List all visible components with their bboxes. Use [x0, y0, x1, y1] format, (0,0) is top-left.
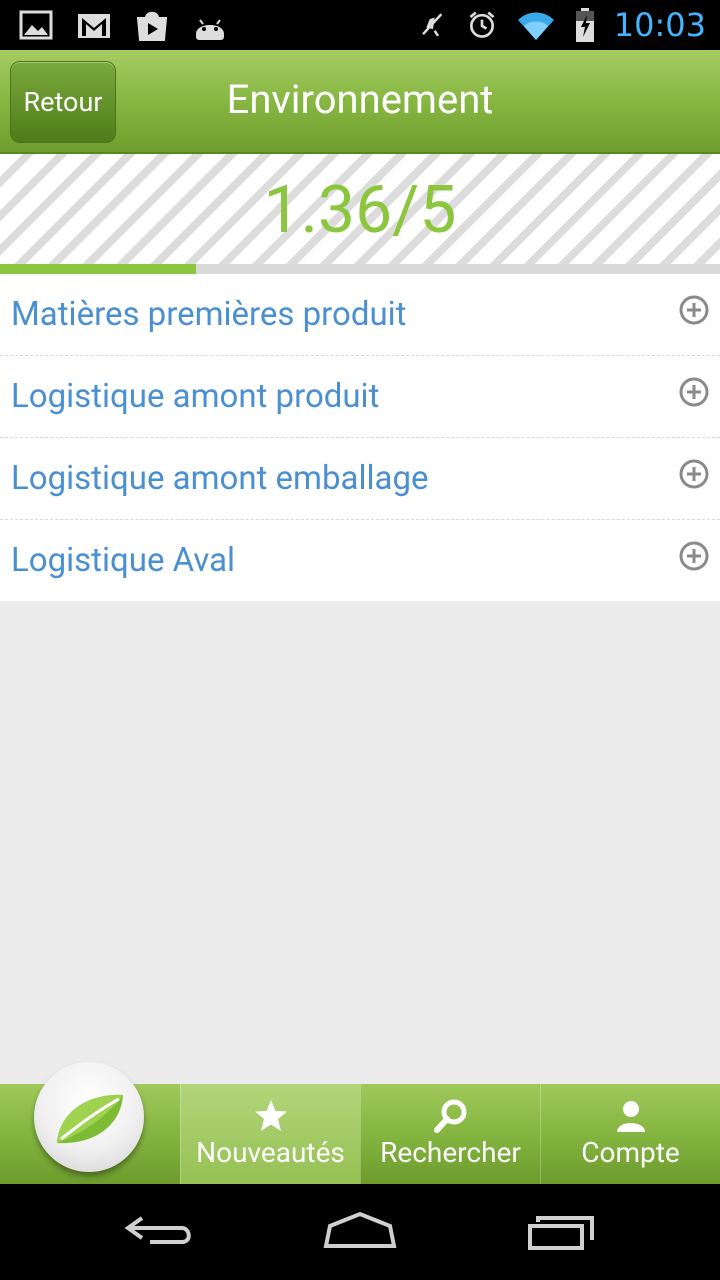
leaf-icon: [57, 1094, 123, 1144]
tab-nouveautes[interactable]: Nouveautés: [180, 1084, 360, 1184]
back-icon[interactable]: [124, 1210, 196, 1250]
score-banner: 1.36/5: [0, 154, 720, 264]
expand-plus-icon[interactable]: [678, 376, 710, 408]
list-item-label: Logistique amont produit: [11, 377, 380, 416]
gmail-icon: [78, 14, 110, 38]
system-navigation-bar: [0, 1184, 720, 1280]
wifi-icon: [517, 12, 554, 40]
list-item-logistique-amont-produit[interactable]: Logistique amont produit: [0, 356, 720, 438]
tab-rechercher[interactable]: Rechercher: [360, 1084, 540, 1184]
list-item-matieres-premieres[interactable]: Matières premières produit: [0, 274, 720, 356]
play-store-icon: [136, 11, 168, 41]
list-item-label: Logistique Aval: [11, 541, 236, 580]
star-icon: [254, 1100, 287, 1131]
score-progress-fill: [0, 264, 196, 274]
expand-plus-icon[interactable]: [678, 294, 710, 326]
list-item-label: Matières premières produit: [11, 295, 407, 334]
image-icon: [19, 10, 53, 40]
tab-label: Compte: [581, 1136, 680, 1169]
status-clock: 10:03: [613, 6, 706, 44]
expand-plus-icon[interactable]: [678, 458, 710, 490]
list-item-logistique-aval[interactable]: Logistique Aval: [0, 520, 720, 601]
home-icon[interactable]: [322, 1210, 398, 1250]
alarm-icon: [469, 11, 495, 38]
tab-label: Rechercher: [380, 1136, 521, 1169]
tab-label: Nouveautés: [196, 1136, 345, 1169]
score-progress-bar: [0, 264, 720, 274]
tab-compte[interactable]: Compte: [540, 1084, 720, 1184]
list-item-logistique-amont-emballage[interactable]: Logistique amont emballage: [0, 438, 720, 520]
list-item-label: Logistique amont emballage: [11, 459, 429, 498]
recent-apps-icon[interactable]: [526, 1210, 598, 1252]
muted-icon: [421, 13, 443, 37]
expand-plus-icon[interactable]: [678, 540, 710, 572]
bottom-tab-bar: Nouveautés Rechercher Compte: [0, 1062, 720, 1184]
search-icon: [433, 1099, 466, 1133]
page-title: Environnement: [226, 76, 494, 123]
criteria-list: Matières premières produit Logistique am…: [0, 274, 720, 601]
status-bar: 10:03: [0, 0, 720, 50]
battery-charging-icon: [575, 8, 594, 42]
user-icon: [616, 1101, 645, 1132]
android-icon: [196, 19, 224, 40]
app-header: Retour Environnement: [0, 50, 720, 154]
score-value: 1.36/5: [263, 172, 457, 249]
app-logo-button[interactable]: [34, 1062, 144, 1172]
